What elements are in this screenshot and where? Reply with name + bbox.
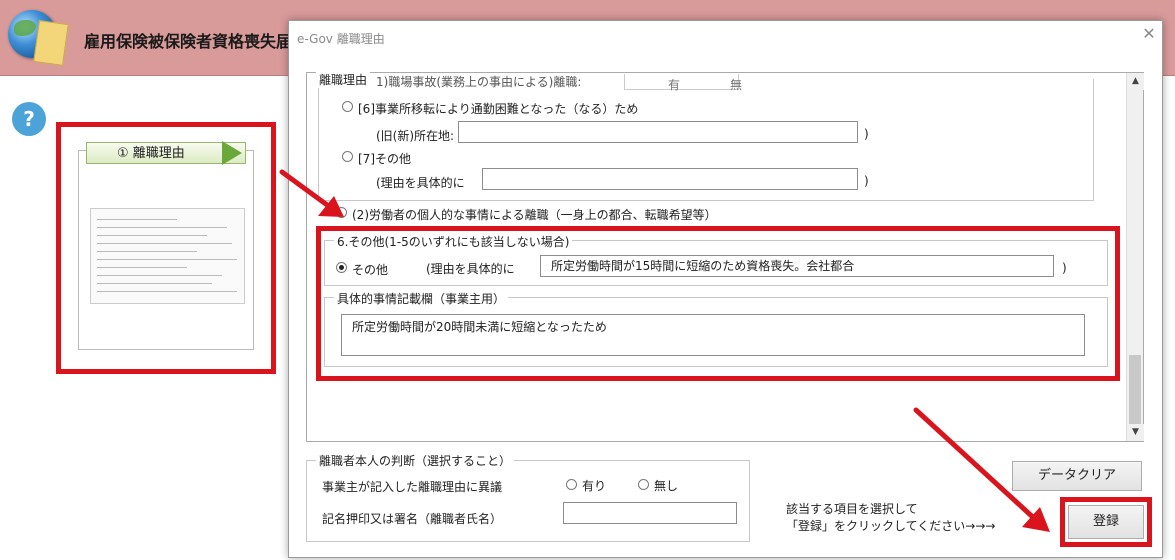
reason-6-address-input[interactable] [458, 121, 858, 143]
chevron-up-icon[interactable]: ▲ [1127, 73, 1144, 90]
reason-7-detail-input[interactable] [482, 168, 858, 190]
reason-6-label: [6]事業所移転により通勤困難となった（なる）ため [358, 102, 639, 116]
dialog-title: e-Gov 離職理由 [297, 32, 385, 46]
instruction-line-2: 「登録」をクリックしてください→→→ [786, 519, 996, 533]
radio-objection-yes[interactable] [566, 479, 577, 490]
document-icon [33, 20, 69, 66]
reason-6-address-label: (旧(新)所在地: [376, 129, 455, 143]
objection-no-label: 無し [654, 479, 679, 493]
radio-personal-reason[interactable] [336, 207, 347, 218]
question-circle-icon[interactable]: ? [12, 102, 46, 136]
objection-label: 事業主が記入した離職理由に異議 [322, 480, 503, 494]
chevron-right-icon [222, 141, 242, 165]
register-button[interactable]: 登録 [1068, 505, 1144, 539]
other-highlight-frame [316, 226, 1120, 381]
judgment-legend: 離職者本人の判断（選択すること） [316, 452, 515, 469]
radio-reason-7[interactable] [342, 151, 353, 162]
instruction-line-1: 該当する項目を選択して [786, 502, 918, 516]
reason-7-close-paren: ) [864, 174, 869, 188]
personal-reason-label: (2)労働者の個人的な事情による離職（一身上の都合、転職希望等） [352, 208, 717, 222]
signature-label: 記名押印又は署名（離職者氏名） [322, 512, 503, 526]
reason-legend: 離職理由 [316, 71, 371, 88]
close-icon[interactable]: ✕ [1141, 26, 1157, 42]
chevron-down-icon[interactable]: ▼ [1127, 424, 1144, 441]
step-thumbnail [90, 208, 245, 304]
vertical-scrollbar[interactable]: ▲ ▼ [1126, 73, 1144, 441]
signature-input[interactable] [563, 502, 737, 524]
reason-7-label: [7]その他 [358, 152, 411, 166]
radio-reason-6[interactable] [342, 101, 353, 112]
judgment-groupbox [306, 460, 750, 542]
app-title: 雇用保険被保険者資格喪失届 [84, 32, 293, 51]
reason-6-close-paren: ) [864, 127, 869, 141]
objection-yes-label: 有り [582, 479, 607, 493]
scrollbar-thumb[interactable] [1129, 355, 1141, 429]
radio-objection-no[interactable] [638, 479, 649, 490]
clear-data-button[interactable]: データクリア [1012, 461, 1142, 491]
reason-7-detail-label: (理由を具体的に [376, 176, 465, 190]
